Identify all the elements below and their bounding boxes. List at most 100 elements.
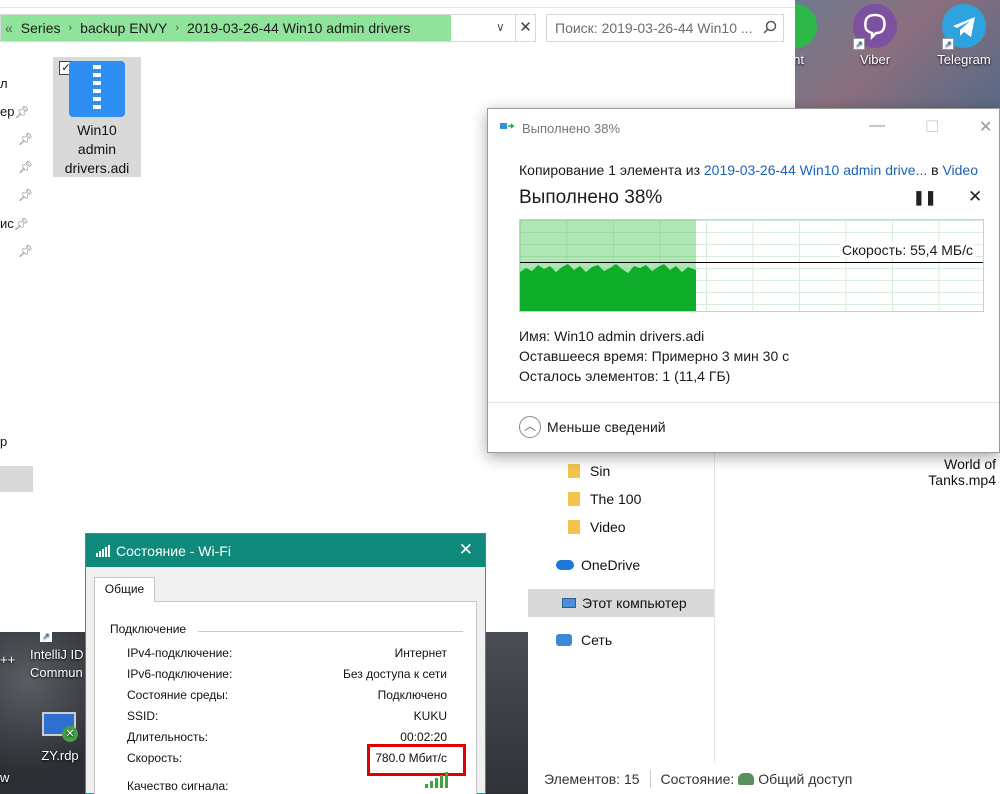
info-row-media-state: Состояние среды: Подключено <box>127 688 447 702</box>
pause-button[interactable]: ❚❚ <box>913 189 936 206</box>
close-button[interactable]: ✕ <box>979 117 992 137</box>
info-value: KUKU <box>413 709 447 723</box>
shortcut-arrow-icon: ↗ <box>942 38 954 50</box>
signal-bar <box>445 772 448 788</box>
copy-source-prefix: Копирование 1 элемента из <box>519 162 704 178</box>
desktop-icon-intellij[interactable]: ↗ IntelliJ ID Commun <box>22 630 88 682</box>
pin-icon: 📌︎ <box>14 105 30 119</box>
desktop-icon-viber[interactable]: ↗ Viber <box>840 4 910 67</box>
dialog-title-text: Состояние - Wi-Fi <box>116 542 231 559</box>
pin-icon: 📌︎ <box>18 244 34 258</box>
detail-label: Имя: <box>519 328 551 344</box>
less-details-button[interactable]: ︿ Меньше сведений <box>519 416 666 438</box>
search-icon <box>763 20 777 37</box>
folder-icon <box>568 492 580 506</box>
nav-item-fragment[interactable]: л <box>0 76 8 91</box>
desktop-icon-label: IntelliJ ID Commun <box>30 647 84 680</box>
nav-item-fragment[interactable]: р <box>0 434 7 449</box>
zip-archive-icon <box>69 61 125 117</box>
file-name: Win10 admin drivers.adi <box>64 122 130 176</box>
nav-item-fragment[interactable]: ис📌︎ <box>0 216 29 231</box>
detail-label: Оставшееся время: <box>519 348 648 364</box>
wifi-status-dialog: Состояние - Wi-Fi ✕ Общие Подключение IP… <box>85 533 486 794</box>
chevron-down-icon[interactable]: ∨ <box>496 20 505 34</box>
transfer-speed-graph: Скорость: 55,4 МБ/с <box>519 219 984 312</box>
source-folder-link[interactable]: 2019-03-26-44 Win10 admin drive... <box>704 162 927 178</box>
network-icon <box>556 634 572 646</box>
remote-desktop-icon: ✕ <box>42 712 78 742</box>
close-icon[interactable]: ✕ <box>516 14 536 42</box>
nav-item-label: Sin <box>590 463 611 479</box>
search-input[interactable]: Поиск: 2019-03-26-44 Win10 ... <box>546 14 784 42</box>
breadcrumb-overflow[interactable]: « <box>5 20 13 36</box>
nav-item-the-100[interactable]: The 100 <box>528 485 714 513</box>
detail-value: Win10 admin drivers.adi <box>554 328 705 344</box>
nav-item-label: Сеть <box>581 632 613 648</box>
signal-strength-icon <box>425 772 448 788</box>
minimize-button[interactable]: — <box>869 117 885 135</box>
status-divider <box>649 769 651 788</box>
chevron-up-icon: ︿ <box>519 416 541 438</box>
desktop-fragment-plus: ++ <box>0 652 16 667</box>
info-row-ipv6: IPv6-подключение: Без доступа к сети <box>127 667 447 681</box>
desktop-icon-telegram[interactable]: ↗ Telegram <box>929 4 999 67</box>
nav-item-label: The 100 <box>590 491 642 507</box>
signal-bar <box>435 778 438 788</box>
nav-item-sin[interactable]: Sin <box>528 457 714 485</box>
tab-general[interactable]: Общие <box>94 577 155 602</box>
signal-bar <box>425 784 428 788</box>
breadcrumb-item[interactable]: 2019-03-26-44 Win10 admin drivers <box>187 20 410 36</box>
nav-item-network[interactable]: Сеть <box>528 626 714 654</box>
nav-item-fragment[interactable]: ер📌︎ <box>0 104 30 119</box>
close-button[interactable]: ✕ <box>459 540 473 560</box>
nav-item-this-pc[interactable]: Этот компьютер <box>528 589 714 617</box>
detail-items-row: Осталось элементов: 1 (11,4 ГБ) <box>519 366 789 386</box>
info-row-ipv4: IPv4-подключение: Интернет <box>127 646 447 660</box>
desktop-icon-rdp[interactable]: ✕ ZY.rdp <box>30 712 90 763</box>
address-bar[interactable]: « Series › backup ENVY › 2019-03-26-44 W… <box>0 14 516 42</box>
detail-value: 1 (11,4 ГБ) <box>662 368 731 384</box>
info-value: Подключено <box>377 688 447 702</box>
breadcrumb-item[interactable]: backup ENVY <box>80 20 167 36</box>
info-row-signal: Качество сигнала: <box>127 779 447 793</box>
chevron-right-icon: › <box>175 22 179 34</box>
destination-folder-link[interactable]: Video <box>942 162 978 178</box>
info-value: 00:02:20 <box>400 730 447 744</box>
nav-selected-item[interactable] <box>0 466 33 492</box>
detail-value: Примерно 3 мин 30 с <box>651 348 790 364</box>
nav-item-label: Этот компьютер <box>582 595 687 611</box>
dialog-title: Выполнено 38% <box>500 121 620 136</box>
nav-item-onedrive[interactable]: OneDrive <box>528 551 714 579</box>
signal-bar <box>440 775 443 788</box>
address-row: « Series › backup ENVY › 2019-03-26-44 W… <box>0 14 795 42</box>
pin-icon: 📌︎ <box>18 132 34 146</box>
cloud-icon <box>556 560 574 570</box>
nav-item-label: Video <box>590 519 626 535</box>
nav-item-label: ис <box>0 216 14 231</box>
search-placeholder: Поиск: 2019-03-26-44 Win10 ... <box>555 20 753 36</box>
speed-history-area <box>520 264 696 311</box>
file-item-label[interactable]: World of Tanks.mp4 <box>920 456 996 488</box>
dialog-title-bar: Состояние - Wi-Fi ✕ <box>86 534 485 567</box>
info-label: Состояние среды: <box>127 688 229 702</box>
copy-details: Имя: Win10 admin drivers.adi Оставшееся … <box>519 326 789 386</box>
viber-icon: ↗ <box>853 4 897 50</box>
nav-item-video[interactable]: Video <box>528 513 714 541</box>
info-label: Длительность: <box>127 730 209 744</box>
detail-name-row: Имя: Win10 admin drivers.adi <box>519 326 789 346</box>
explorer-title-edge <box>0 0 795 8</box>
progress-percent: Выполнено 38% <box>519 187 663 208</box>
desktop-wallpaper-strip <box>485 632 530 794</box>
nav-item-label: ер <box>0 104 15 119</box>
cancel-button[interactable]: ✕ <box>968 187 982 207</box>
copy-icon <box>500 121 516 136</box>
breadcrumb-item[interactable]: Series <box>21 20 61 36</box>
speed-highlight-box <box>367 744 466 776</box>
info-label: SSID: <box>127 709 159 723</box>
telegram-icon: ↗ <box>942 4 986 50</box>
info-label: Качество сигнала: <box>127 779 229 793</box>
file-item[interactable]: ✓ Win10 admin drivers.adi <box>53 57 141 177</box>
info-row-duration: Длительность: 00:02:20 <box>127 730 447 744</box>
current-speed-line <box>520 262 983 263</box>
computer-icon <box>562 598 576 608</box>
